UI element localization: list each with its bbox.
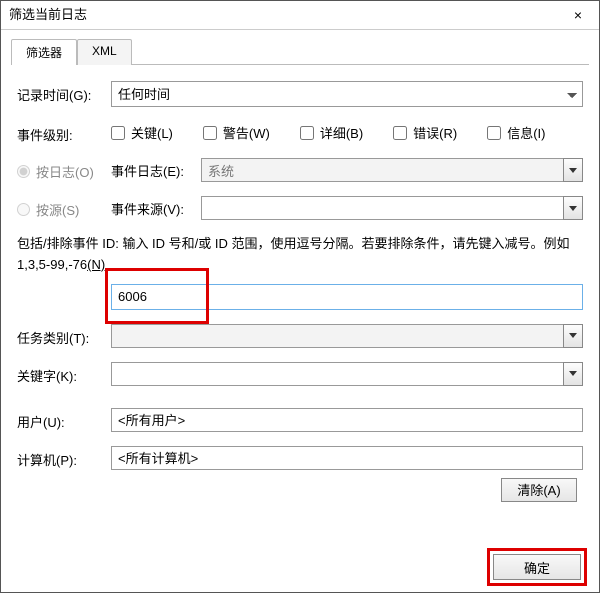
chk-verbose-box[interactable] [300,126,314,140]
chk-warning[interactable]: 警告(W) [203,123,270,142]
chevron-down-icon [569,168,577,173]
level-checks: 关键(L) 警告(W) 详细(B) 错误(R) [111,121,583,142]
chevron-down-icon [569,206,577,211]
eventlog-dropdown-btn [563,158,583,182]
user-input[interactable] [111,408,583,432]
row-task: 任务类别(T): [17,324,583,348]
tab-filter-label: 筛选器 [26,46,62,60]
eventlog-combo [201,158,583,182]
chk-critical-box[interactable] [111,126,125,140]
task-combo [111,324,583,348]
radio-bysource-label: 按源(S) [36,200,79,219]
tab-xml[interactable]: XML [77,39,132,65]
task-label: 任务类别(T): [17,324,111,347]
chevron-down-icon [569,333,577,338]
chk-warning-label: 警告(W) [223,123,270,142]
content-area: 筛选器 XML 记录时间(G): 任何时间 事件级别: [1,30,599,512]
include-desc: 包括/排除事件 ID: 输入 ID 号和/或 ID 范围，使用逗号分隔。若要排除… [17,234,583,276]
chk-critical-label: 关键(L) [131,123,173,142]
chevron-down-icon [569,371,577,376]
chk-error-box[interactable] [393,126,407,140]
row-level: 事件级别: 关键(L) 警告(W) 详细(B) [17,121,583,144]
row-bylog: 按日志(O) 事件日志(E): [17,158,583,182]
level-label: 事件级别: [17,121,111,144]
radio-bysource: 按源(S) [17,196,111,219]
keyword-combo[interactable] [111,362,583,386]
ok-button-label: 确定 [524,561,550,576]
close-icon: × [574,1,582,29]
task-input [111,324,563,348]
event-id-input[interactable] [111,284,583,310]
keyword-label: 关键字(K): [17,362,111,385]
row-keyword: 关键字(K): [17,362,583,386]
chk-info-box[interactable] [487,126,501,140]
radio-bylog: 按日志(O) [17,158,111,181]
user-label: 用户(U): [17,408,111,431]
task-dropdown-btn [563,324,583,348]
row-user: 用户(U): [17,408,583,432]
computer-label: 计算机(P): [17,446,111,469]
radio-bylog-label: 按日志(O) [36,162,94,181]
close-button[interactable]: × [557,1,599,29]
radio-bysource-input [17,203,30,216]
radio-bylog-input [17,165,30,178]
chk-critical[interactable]: 关键(L) [111,123,173,142]
window-title: 筛选当前日志 [9,1,87,29]
clear-button[interactable]: 清除(A) [501,478,577,502]
eventsrc-dropdown-btn[interactable] [563,196,583,220]
row-computer: 计算机(P): [17,446,583,470]
tab-filter[interactable]: 筛选器 [11,39,77,65]
keyword-dropdown-btn[interactable] [563,362,583,386]
eventsrc-input[interactable] [201,196,563,220]
ok-wrap: 确定 [493,554,581,580]
row-logged: 记录时间(G): 任何时间 [17,81,583,107]
computer-input[interactable] [111,446,583,470]
logged-label: 记录时间(G): [17,81,111,104]
row-bysource: 按源(S) 事件来源(V): [17,196,583,220]
include-desc-u: (N) [87,257,105,272]
footer-buttons: 确定 [493,554,581,580]
eventsrc-combo[interactable] [201,196,583,220]
clear-row: 清除(A) [17,478,577,502]
chk-verbose-label: 详细(B) [320,123,363,142]
chk-error-label: 错误(R) [413,123,457,142]
logged-select[interactable]: 任何时间 [111,81,583,107]
tab-xml-label: XML [92,44,117,58]
chk-error[interactable]: 错误(R) [393,123,457,142]
keyword-input[interactable] [111,362,563,386]
chk-warning-box[interactable] [203,126,217,140]
chk-verbose[interactable]: 详细(B) [300,123,363,142]
form-area: 记录时间(G): 任何时间 事件级别: 关键(L) [11,79,589,502]
chk-info-label: 信息(I) [507,123,545,142]
eventlog-input [201,158,563,182]
eventlog-label: 事件日志(E): [111,161,191,180]
eventsrc-label: 事件来源(V): [111,199,191,218]
eventid-wrap [111,284,583,310]
clear-button-label: 清除(A) [517,483,560,498]
chk-info[interactable]: 信息(I) [487,123,545,142]
dialog-window: 筛选当前日志 × 筛选器 XML 记录时间(G): 任何时间 [0,0,600,593]
ok-button[interactable]: 确定 [493,554,581,580]
title-bar: 筛选当前日志 × [1,1,599,30]
tab-bar: 筛选器 XML [11,38,589,65]
